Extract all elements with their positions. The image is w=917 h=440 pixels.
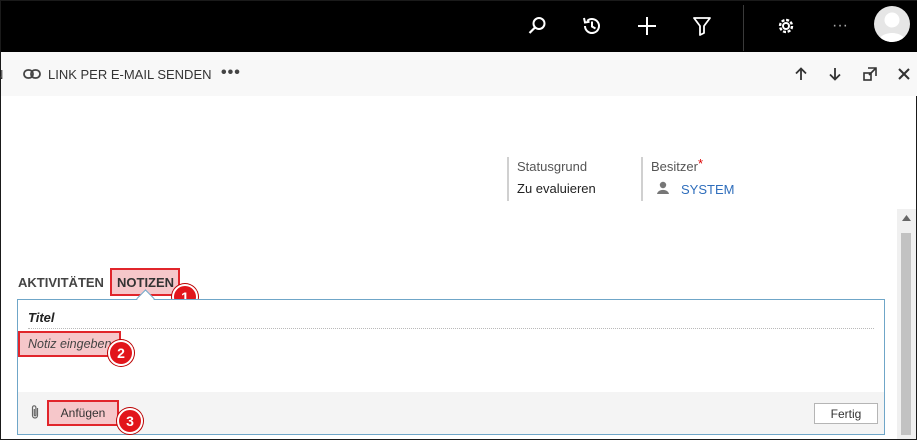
step-marker-3: 3 xyxy=(117,408,143,434)
email-link-label: LINK PER E-MAIL SENDEN xyxy=(48,66,212,82)
vertical-scrollbar[interactable] xyxy=(897,209,916,439)
note-input[interactable]: Notiz eingeben xyxy=(18,331,121,357)
email-link-button[interactable]: LINK PER E-MAIL SENDEN xyxy=(23,62,212,86)
owner-link[interactable]: SYSTEM xyxy=(681,182,734,197)
close-icon[interactable] xyxy=(894,64,914,84)
avatar[interactable] xyxy=(874,6,910,42)
pop-out-icon[interactable] xyxy=(860,64,880,84)
scroll-up-icon[interactable] xyxy=(897,209,916,227)
more-label: ··· xyxy=(832,17,848,34)
besitzer-label-text: Besitzer xyxy=(651,159,698,174)
tab-aktivitaeten[interactable]: AKTIVITÄTEN xyxy=(18,275,104,290)
field-divider xyxy=(507,157,509,201)
more-commands-button[interactable]: ••• xyxy=(221,64,241,82)
filter-icon[interactable] xyxy=(685,9,719,43)
more-icon[interactable]: ··· xyxy=(823,9,857,43)
required-marker: * xyxy=(697,156,704,171)
gear-icon[interactable] xyxy=(769,9,803,43)
statusgrund-field: Statusgrund Zu evaluieren xyxy=(507,153,627,205)
statusgrund-label: Statusgrund xyxy=(517,159,588,174)
done-button[interactable]: Fertig xyxy=(814,403,878,424)
plus-icon[interactable] xyxy=(630,9,664,43)
topbar-divider xyxy=(743,5,744,51)
note-editor-panel: Titel Notiz eingeben Anfügen Fertig xyxy=(17,299,885,435)
tab-notizen[interactable]: NOTIZEN xyxy=(117,275,174,290)
paperclip-icon[interactable] xyxy=(30,404,40,425)
note-footer: Anfügen Fertig xyxy=(18,392,884,434)
attach-button[interactable]: Anfügen xyxy=(47,400,119,426)
besitzer-label: Besitzer* xyxy=(651,156,704,174)
command-bar: N LINK PER E-MAIL SENDEN ••• xyxy=(0,52,917,96)
truncated-command[interactable]: N xyxy=(0,67,3,82)
besitzer-field: Besitzer* SYSTEM xyxy=(641,153,781,205)
arrow-up-icon[interactable] xyxy=(791,64,811,84)
title-divider xyxy=(28,328,874,329)
link-icon xyxy=(23,67,41,82)
top-navigation-bar: ··· xyxy=(1,1,917,52)
statusgrund-value[interactable]: Zu evaluieren xyxy=(517,181,596,196)
field-divider xyxy=(641,157,643,201)
note-title-label[interactable]: Titel xyxy=(28,310,55,325)
scrollbar-thumb[interactable] xyxy=(901,233,911,435)
arrow-down-icon[interactable] xyxy=(825,64,845,84)
step-marker-2: 2 xyxy=(108,340,134,366)
user-icon xyxy=(657,181,669,197)
search-icon[interactable] xyxy=(520,9,554,43)
besitzer-value[interactable]: SYSTEM xyxy=(657,181,734,197)
history-icon[interactable] xyxy=(575,9,609,43)
